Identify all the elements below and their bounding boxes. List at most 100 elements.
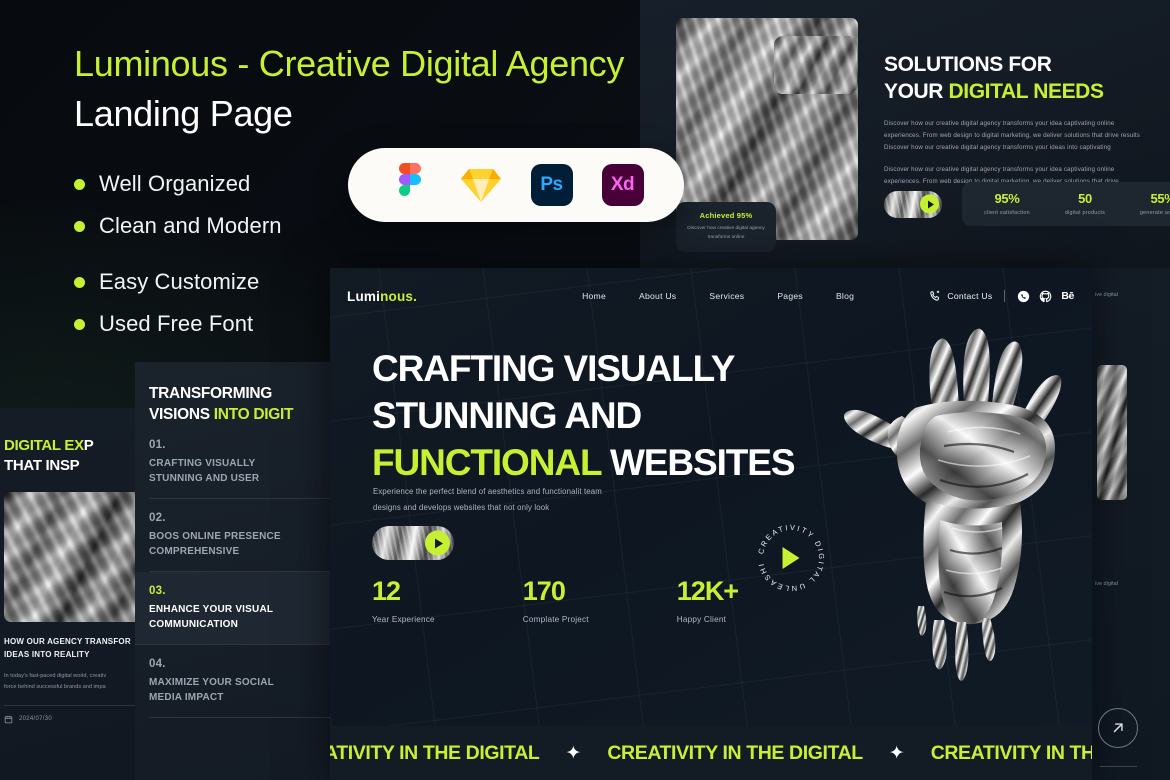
step-number: 02. bbox=[149, 511, 166, 524]
feature-label: Clean and Modern bbox=[99, 213, 282, 239]
blog-excerpt-line-2: force behind successful brands and impa bbox=[4, 683, 106, 690]
figma-icon[interactable] bbox=[388, 163, 432, 207]
blog-thumbnail bbox=[4, 492, 140, 622]
hero-paragraph-line-2: designs and develops websites that not o… bbox=[373, 502, 550, 512]
blog-heading-line-2: THAT INSP bbox=[4, 456, 80, 474]
nav-item-blog[interactable]: Blog bbox=[836, 291, 854, 301]
contact-us-label: Contact Us bbox=[947, 291, 993, 301]
steps-panel: TRANSFORMING VISIONS INTO DIGIT 01. CRAF… bbox=[135, 362, 350, 780]
solutions-heading-line-1: SOLUTIONS FOR bbox=[884, 53, 1052, 76]
hero-paragraph-line-1: Experience the perfect blend of aestheti… bbox=[373, 487, 602, 496]
achieved-title: Achieved 95% bbox=[699, 211, 753, 220]
logo-accent: nous. bbox=[380, 288, 418, 304]
solutions-heading: SOLUTIONS FOR YOUR DIGITAL NEEDS bbox=[884, 52, 1152, 106]
solutions-copy: SOLUTIONS FOR YOUR DIGITAL NEEDS Discove… bbox=[884, 52, 1152, 188]
step-title-line-2: STUNNING AND USER bbox=[149, 473, 260, 485]
step-title-line-2: COMMUNICATION bbox=[149, 619, 239, 631]
achieved-card: Achieved 95% Discover how creative digit… bbox=[676, 202, 776, 252]
creativity-badge[interactable]: CREATIVITY DIGITAL UNLEASHING bbox=[755, 522, 827, 594]
step-title-line-1: CRAFTING VISUALLY bbox=[149, 457, 256, 469]
design-tools-pill: Ps Xd bbox=[348, 148, 684, 222]
bullet-dot-icon bbox=[74, 318, 85, 330]
step-number: 03. bbox=[149, 584, 166, 597]
promo-title-line-2: Landing Page bbox=[74, 92, 293, 134]
blog-post-title[interactable]: HOW OUR AGENCY TRANSFOR IDEAS INTO REALI… bbox=[4, 636, 131, 662]
stat-label: Happy Client bbox=[676, 615, 727, 624]
nav-links: Home About Us Services Pages Blog bbox=[582, 291, 854, 301]
blog-post-title-line-1: HOW OUR AGENCY TRANSFOR bbox=[4, 637, 131, 646]
blog-date: 2024/07/30 bbox=[19, 716, 53, 723]
step-item-01[interactable]: 01. CRAFTING VISUALLY STUNNING AND USER bbox=[149, 426, 350, 499]
stats-card: 95% client satisfaction 50 digital produ… bbox=[962, 182, 1170, 226]
step-title-line-1: BOOS ONLINE PRESENCE bbox=[149, 530, 281, 542]
feature-label: Used Free Font bbox=[99, 311, 254, 337]
navbar-right: Contact Us Bē bbox=[928, 290, 1074, 303]
stat-label: generate average bbox=[1139, 210, 1170, 216]
steps-heading-line-1: TRANSFORMING bbox=[149, 385, 272, 402]
marquee-item: CREATIVITY IN THE DIGITAL bbox=[607, 741, 863, 764]
nav-item-about-us[interactable]: About Us bbox=[639, 291, 676, 301]
hero-paragraph: Experience the perfect blend of aestheti… bbox=[373, 484, 635, 516]
nav-item-services[interactable]: Services bbox=[709, 291, 744, 301]
blog-heading-accent: DIGITAL EX bbox=[4, 437, 84, 454]
github-icon[interactable] bbox=[1039, 290, 1052, 303]
logo[interactable]: Luminous. bbox=[347, 289, 417, 304]
blog-post-title-line-2: IDEAS INTO REALITY bbox=[4, 649, 90, 659]
nav-item-home[interactable]: Home bbox=[582, 291, 606, 301]
metallic-hand-image bbox=[840, 320, 1090, 685]
stat-value: 12K+ bbox=[676, 576, 739, 606]
logo-white: Lumi bbox=[347, 288, 381, 304]
step-number: 04. bbox=[149, 657, 166, 670]
blog-heading-tail: P bbox=[83, 437, 94, 454]
stat-item: 50 digital products bbox=[1056, 191, 1114, 216]
marquee-banner: CREATIVITY IN THE DIGITAL ✦ CREATIVITY I… bbox=[330, 726, 1092, 780]
behance-icon[interactable]: Bē bbox=[1061, 290, 1074, 302]
divider bbox=[1100, 766, 1137, 767]
stat-label: digital products bbox=[1064, 210, 1106, 216]
feature-label: Easy Customize bbox=[99, 269, 260, 295]
step-item-02[interactable]: 02. BOOS ONLINE PRESENCE COMPREHENSIVE bbox=[149, 499, 350, 572]
steps-heading-line-2-white: VISIONS bbox=[149, 405, 214, 423]
hero-play-button[interactable] bbox=[372, 526, 454, 560]
step-item-03[interactable]: 03. ENHANCE YOUR VISUAL COMMUNICATION bbox=[135, 571, 350, 645]
stat-label: Complate Project bbox=[522, 615, 589, 624]
blog-panel: DIGITAL EXP THAT INSP HOW OUR AGENCY TRA… bbox=[0, 408, 140, 780]
arrow-up-right-button[interactable] bbox=[1098, 708, 1138, 748]
sketch-icon[interactable] bbox=[459, 163, 503, 207]
step-item-04[interactable]: 04. MAXIMIZE YOUR SOCIAL MEDIA IMPACT bbox=[149, 645, 350, 718]
solutions-footer: 95% client satisfaction 50 digital produ… bbox=[884, 182, 1170, 226]
promo-title-line-1: Luminous - Creative Digital Agency bbox=[74, 43, 625, 84]
step-title-line-1: MAXIMIZE YOUR SOCIAL bbox=[149, 676, 274, 688]
stat-label: client satisfaction bbox=[984, 210, 1030, 216]
sparkle-icon: ✦ bbox=[565, 742, 582, 764]
achieved-text: Discover how creative digital agency tra… bbox=[687, 226, 765, 240]
step-title-line-2: COMPREHENSIVE bbox=[149, 546, 240, 558]
stat-item: 95% client satisfaction bbox=[978, 191, 1036, 216]
nav-item-pages[interactable]: Pages bbox=[777, 291, 803, 301]
play-button[interactable] bbox=[884, 190, 942, 218]
stat-value: 55% bbox=[1150, 191, 1170, 206]
marquee-item: CREATIVITY IN THE bbox=[930, 741, 1092, 764]
divider bbox=[4, 704, 140, 706]
divider bbox=[1004, 290, 1006, 302]
sparkle-icon: ✦ bbox=[888, 742, 905, 764]
steps-heading-line-2-accent: INTO DIGIT bbox=[213, 405, 294, 423]
play-icon bbox=[425, 530, 450, 556]
stat-item: 55% generate average bbox=[1134, 191, 1170, 216]
photoshop-icon[interactable]: Ps bbox=[530, 163, 574, 207]
stat-value: 50 bbox=[1078, 191, 1092, 206]
solutions-heading-line-2-white: YOUR bbox=[884, 79, 949, 103]
contact-us-button[interactable]: Contact Us bbox=[928, 290, 992, 303]
right-panel-text-top: ive digital bbox=[1095, 292, 1118, 298]
hero-headline-line-3-accent: FUNCTIONAL bbox=[372, 441, 602, 483]
stat-item: 12 Year Experience bbox=[372, 578, 435, 625]
hero-stats: 12 Year Experience 170 Complate Project … bbox=[372, 576, 739, 625]
adobe-xd-icon[interactable]: Xd bbox=[601, 163, 645, 207]
hero-headline-line-1: CRAFTING VISUALLY bbox=[372, 348, 735, 389]
solutions-panel: Achieved 95% Discover how creative digit… bbox=[640, 0, 1170, 268]
blog-heading: DIGITAL EXP THAT INSP bbox=[4, 436, 126, 475]
step-title: CRAFTING VISUALLY STUNNING AND USER bbox=[149, 456, 350, 487]
whatsapp-icon[interactable] bbox=[1017, 290, 1030, 303]
stat-item: 170 Complate Project bbox=[522, 578, 589, 625]
bullet-dot-icon bbox=[74, 220, 85, 232]
